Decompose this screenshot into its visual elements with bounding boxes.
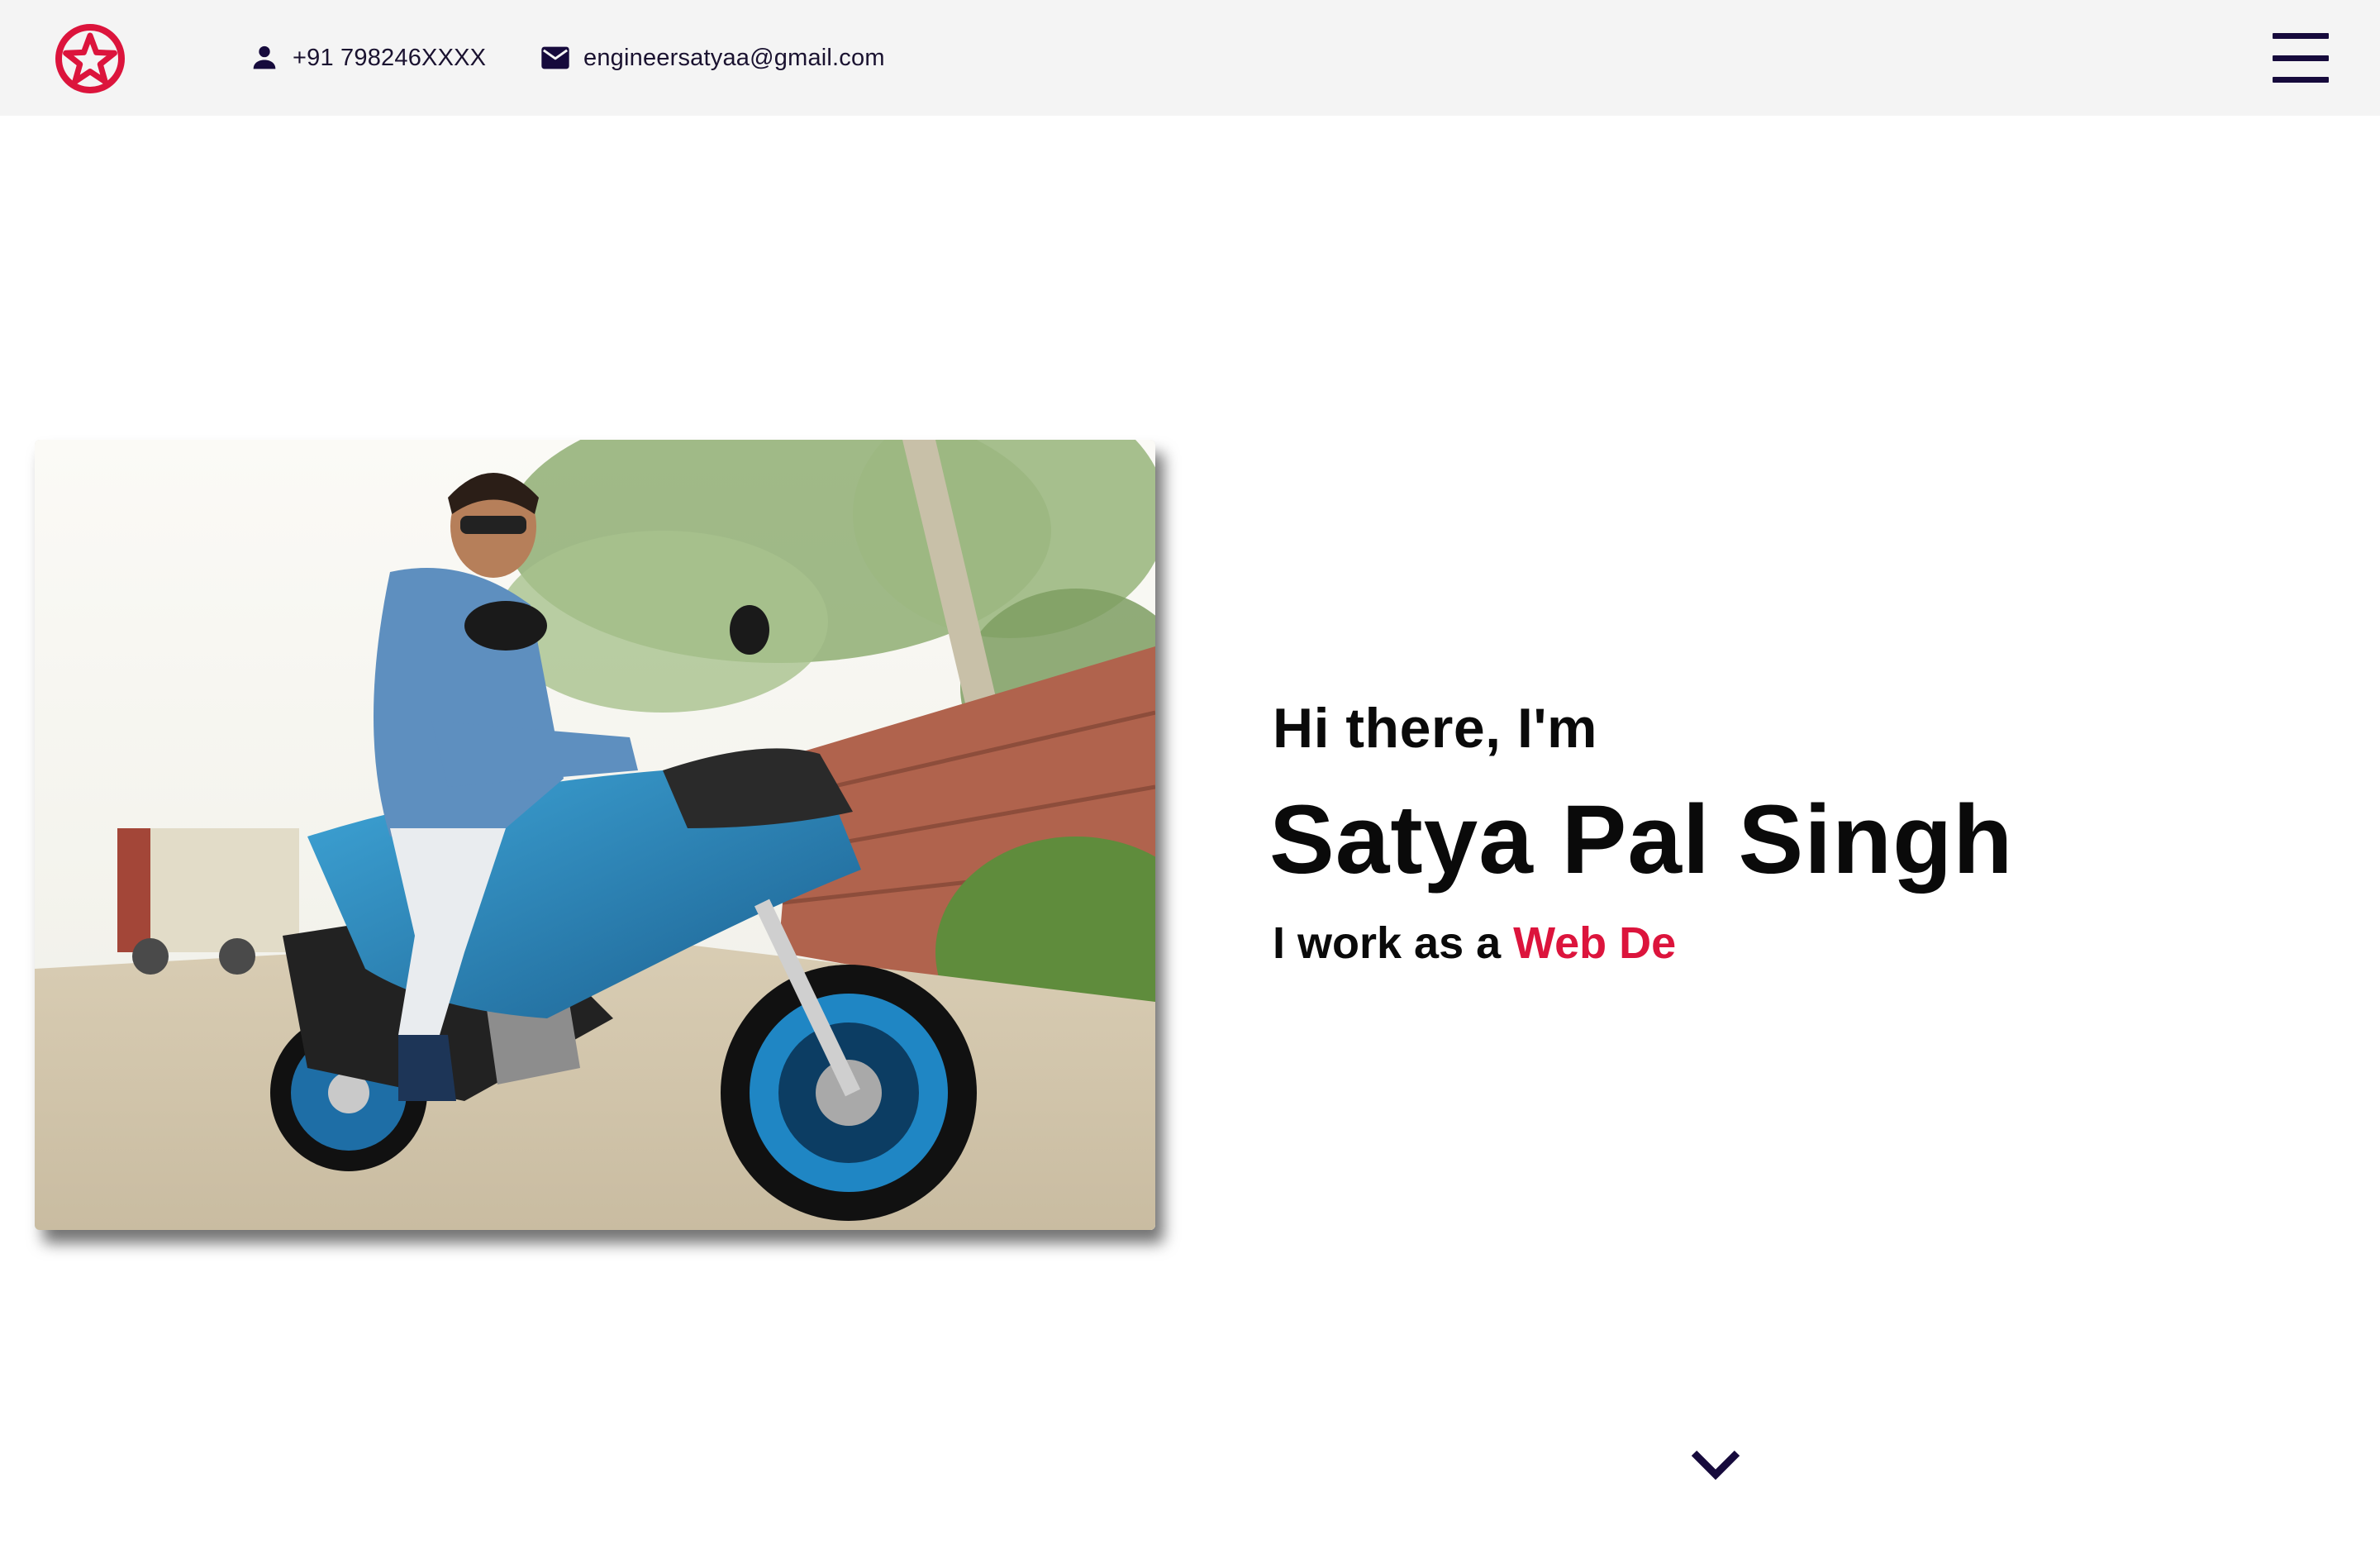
person-icon xyxy=(248,41,281,74)
phone-number: +91 798246XXXX xyxy=(293,44,487,71)
menu-bar-line xyxy=(2273,33,2329,39)
menu-bar-line xyxy=(2273,77,2329,83)
top-header: +91 798246XXXX engineersatyaa@gmail.com xyxy=(0,0,2380,116)
profile-photo xyxy=(35,440,1155,1230)
chevron-down-icon[interactable] xyxy=(1689,1447,1742,1483)
email-contact[interactable]: engineersatyaa@gmail.com xyxy=(539,40,885,76)
mail-icon xyxy=(539,41,572,74)
hamburger-menu-icon[interactable] xyxy=(2273,33,2329,83)
star-logo-icon[interactable] xyxy=(55,23,126,94)
hero-role: I work as a Web De xyxy=(1273,918,1676,969)
role-typed-text: Web De xyxy=(1513,918,1677,968)
role-prefix: I work as a xyxy=(1273,918,1514,968)
email-address: engineersatyaa@gmail.com xyxy=(583,44,885,71)
phone-contact[interactable]: +91 798246XXXX xyxy=(248,40,486,76)
hero-greeting: Hi there, I'm xyxy=(1273,697,1597,760)
menu-bar-line xyxy=(2273,55,2329,61)
hero-name: Satya Pal Singh xyxy=(1269,785,2014,894)
